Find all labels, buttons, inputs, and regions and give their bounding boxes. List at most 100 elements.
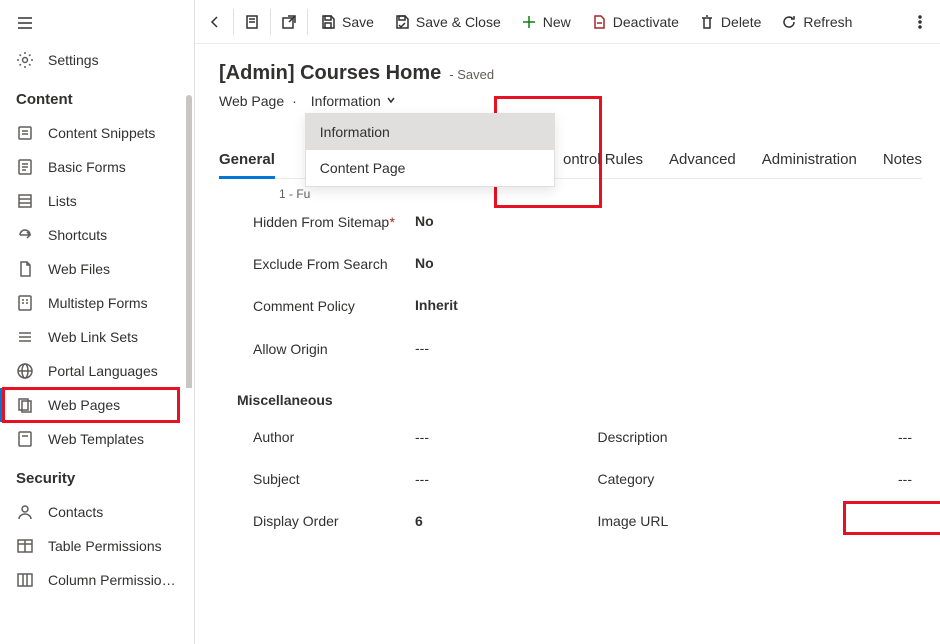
sidebar-scrollbar[interactable] <box>186 95 192 395</box>
popout-icon <box>281 14 297 30</box>
delete-button[interactable]: Delete <box>689 8 771 36</box>
field-label-author: Author <box>253 428 415 446</box>
deactivate-button[interactable]: Deactivate <box>581 8 689 36</box>
field-value-allow-origin[interactable]: --- <box>415 340 429 356</box>
record-content: [Admin] Courses Home - Saved Web Page · … <box>195 44 940 644</box>
dropdown-item-information[interactable]: Information <box>306 114 554 150</box>
field-value-description[interactable]: --- <box>898 429 912 445</box>
sidebar-item-shortcuts[interactable]: Shortcuts <box>0 218 194 252</box>
field-label-description: Description <box>598 428 760 446</box>
open-new-window-button[interactable] <box>273 8 305 36</box>
list-icon <box>16 192 34 210</box>
column-perm-icon <box>16 571 34 589</box>
page-title: [Admin] Courses Home <box>219 62 441 85</box>
plus-icon <box>521 14 537 30</box>
save-close-button[interactable]: Save & Close <box>384 8 511 36</box>
overflow-button[interactable] <box>904 8 936 36</box>
sidebar-item-label: Web Link Sets <box>48 329 138 345</box>
globe-icon <box>16 362 34 380</box>
sidebar-settings[interactable]: Settings <box>0 43 194 77</box>
section-miscellaneous: Miscellaneous <box>237 392 922 408</box>
table-perm-icon <box>16 537 34 555</box>
field-label-image-url: Image URL <box>598 512 760 530</box>
field-value-subject[interactable]: --- <box>415 471 429 487</box>
field-label-exclude-search: Exclude From Search <box>253 255 415 273</box>
sidebar-item-basic-forms[interactable]: Basic Forms <box>0 150 194 184</box>
sidebar-item-label: Table Permissions <box>48 538 162 554</box>
entity-name: Web Page <box>219 93 284 109</box>
gear-icon <box>16 51 34 69</box>
sidebar-item-label: Basic Forms <box>48 159 126 175</box>
field-label-comment-policy: Comment Policy <box>253 297 415 315</box>
cutoff-text: 1 - Fu <box>279 187 922 201</box>
field-label-display-order: Display Order <box>253 512 415 530</box>
multistep-icon <box>16 294 34 312</box>
back-arrow-icon <box>207 14 223 30</box>
snippet-icon <box>16 124 34 142</box>
button-label: Save & Close <box>416 14 501 30</box>
command-toolbar: Save Save & Close New Deactivate Delete … <box>195 0 940 44</box>
sidebar-item-label: Web Files <box>48 261 110 277</box>
sidebar-item-multistep-forms[interactable]: Multistep Forms <box>0 286 194 320</box>
refresh-button[interactable]: Refresh <box>771 8 862 36</box>
button-label: Delete <box>721 14 761 30</box>
sidebar-group-content: Content <box>0 77 194 116</box>
button-label: Deactivate <box>613 14 679 30</box>
person-icon <box>16 503 34 521</box>
pages-icon <box>16 396 34 414</box>
sidebar-item-column-permissions[interactable]: Column Permissio… <box>0 563 194 597</box>
form-selector[interactable]: Information Information Content Page <box>305 89 403 113</box>
sidebar-item-lists[interactable]: Lists <box>0 184 194 218</box>
sidebar-item-web-link-sets[interactable]: Web Link Sets <box>0 320 194 354</box>
field-value-author[interactable]: --- <box>415 429 429 445</box>
field-value-exclude-search[interactable]: No <box>415 255 434 271</box>
save-button[interactable]: Save <box>310 8 384 36</box>
button-label: New <box>543 14 571 30</box>
shortcut-icon <box>16 226 34 244</box>
sidebar-item-label: Content Snippets <box>48 125 155 141</box>
sidebar-item-label: Portal Languages <box>48 363 158 379</box>
sidebar-item-web-pages[interactable]: Web Pages <box>0 388 194 422</box>
sidebar-item-content-snippets[interactable]: Content Snippets <box>0 116 194 150</box>
hamburger-menu[interactable] <box>0 6 194 43</box>
chevron-down-icon <box>385 93 397 109</box>
sidebar-item-web-files[interactable]: Web Files <box>0 252 194 286</box>
field-value-hidden-sitemap[interactable]: No <box>415 213 434 229</box>
field-label-hidden-sitemap: Hidden From Sitemap* <box>253 213 415 231</box>
dropdown-item-content-page[interactable]: Content Page <box>306 150 554 186</box>
sidebar-settings-label: Settings <box>48 52 99 68</box>
field-value-comment-policy[interactable]: Inherit <box>415 297 458 313</box>
field-label-category: Category <box>598 470 760 488</box>
trash-icon <box>699 14 715 30</box>
sidebar-item-label: Web Templates <box>48 431 144 447</box>
save-status: - Saved <box>449 67 494 82</box>
open-record-set-button[interactable] <box>236 8 268 36</box>
sidebar-item-web-templates[interactable]: Web Templates <box>0 422 194 456</box>
sidebar-item-label: Multistep Forms <box>48 295 148 311</box>
template-icon <box>16 430 34 448</box>
tab-administration[interactable]: Administration <box>762 147 857 178</box>
deactivate-icon <box>591 14 607 30</box>
button-label: Save <box>342 14 374 30</box>
sidebar-item-contacts[interactable]: Contacts <box>0 495 194 529</box>
sidebar-item-table-permissions[interactable]: Table Permissions <box>0 529 194 563</box>
sidebar-item-label: Contacts <box>48 504 103 520</box>
sidebar-item-label: Column Permissio… <box>48 572 176 588</box>
field-value-category[interactable]: --- <box>898 471 912 487</box>
back-button[interactable] <box>199 8 231 36</box>
field-label-allow-origin: Allow Origin <box>253 340 415 358</box>
tab-notes[interactable]: Notes <box>883 147 922 178</box>
save-icon <box>320 14 336 30</box>
sidebar-item-portal-languages[interactable]: Portal Languages <box>0 354 194 388</box>
tab-control-rules[interactable]: ontrol Rules <box>563 147 643 178</box>
record-icon <box>244 14 260 30</box>
file-icon <box>16 260 34 278</box>
tab-general[interactable]: General <box>219 147 275 178</box>
new-button[interactable]: New <box>511 8 581 36</box>
main-pane: Save Save & Close New Deactivate Delete … <box>195 0 940 644</box>
sidebar: Settings Content Content Snippets Basic … <box>0 0 195 644</box>
more-vertical-icon <box>912 14 928 30</box>
button-label: Refresh <box>803 14 852 30</box>
field-value-display-order[interactable]: 6 <box>415 513 423 529</box>
tab-advanced[interactable]: Advanced <box>669 147 736 178</box>
